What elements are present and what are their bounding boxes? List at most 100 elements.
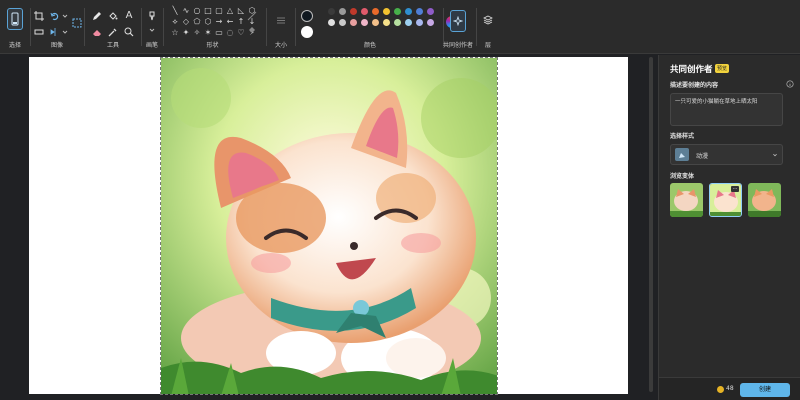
shape-option[interactable]: ◺ <box>236 6 246 16</box>
shape-option[interactable]: ↑ <box>236 17 246 27</box>
color-swatch[interactable] <box>361 19 368 26</box>
shape-option[interactable]: ✶ <box>203 28 213 38</box>
variant-more-button[interactable]: … <box>731 186 739 192</box>
chevron-down-icon <box>62 30 68 34</box>
cocreator-group-label: 共同创作者 <box>442 42 473 49</box>
color-swatch[interactable] <box>339 19 346 26</box>
color-swatch[interactable] <box>416 8 423 15</box>
color-swatch[interactable] <box>350 19 357 26</box>
color-swatch[interactable] <box>405 8 412 15</box>
shape-option[interactable]: ✧ <box>192 28 202 38</box>
color-swatch[interactable] <box>339 8 346 15</box>
color-swatch[interactable] <box>427 8 434 15</box>
shape-option[interactable]: ✦ <box>181 28 191 38</box>
info-icon[interactable] <box>786 80 794 88</box>
resize-button[interactable] <box>33 26 45 38</box>
shape-option[interactable]: □ <box>203 6 213 16</box>
prompt-textarea[interactable]: 一只可爱的小猫躺在草地上晒太阳 <box>670 93 783 126</box>
selection-group: 选择 <box>0 0 30 54</box>
generated-image[interactable] <box>160 57 498 395</box>
color-swatch[interactable] <box>372 8 379 15</box>
shapes-group: ╲∿○□▢△◺⬡⟡◇⬠⬡→←↑↓☆✦✧✶▭◌♡⚡ 形状 <box>170 0 265 54</box>
chevron-down-icon <box>773 153 777 157</box>
secondary-color[interactable] <box>301 26 313 38</box>
shape-option[interactable]: ∿ <box>181 6 191 16</box>
panel-footer: 48 创建 <box>659 377 800 400</box>
shape-outline-button[interactable] <box>246 10 258 22</box>
canvas-vertical-scrollbar[interactable] <box>649 57 653 392</box>
layers-icon <box>483 15 493 25</box>
variants-list: … <box>670 183 783 217</box>
text-tool[interactable]: A <box>123 9 135 21</box>
selection-rect-icon <box>11 12 19 26</box>
color-swatch[interactable] <box>361 8 368 15</box>
shape-fill-button[interactable] <box>246 24 258 36</box>
shapes-group-label: 形状 <box>206 42 219 49</box>
color-swatch[interactable] <box>394 19 401 26</box>
image-select-all-button[interactable] <box>71 17 83 29</box>
eraser-tool[interactable] <box>91 26 103 38</box>
anime-style-icon <box>679 152 685 158</box>
magnifier-icon <box>124 27 134 37</box>
shape-option[interactable]: ○ <box>192 6 202 16</box>
shape-option[interactable]: ← <box>225 17 235 27</box>
shape-option[interactable]: △ <box>225 6 235 16</box>
color-palette <box>328 8 440 27</box>
image-group: 图像 <box>31 0 83 54</box>
shape-option[interactable]: → <box>214 17 224 27</box>
tools-group: A 工具 <box>85 0 141 54</box>
shape-option[interactable]: ▢ <box>214 6 224 16</box>
selection-tool-button[interactable] <box>7 8 23 30</box>
layers-group: 层 <box>478 0 498 54</box>
style-dropdown[interactable]: 动漫 <box>670 144 783 165</box>
variant-thumbnail-1[interactable] <box>670 183 703 217</box>
color-swatch[interactable] <box>383 8 390 15</box>
shape-option[interactable]: ☆ <box>170 28 180 38</box>
shape-option[interactable]: ⬠ <box>192 17 202 27</box>
shape-option[interactable]: ⬡ <box>203 17 213 27</box>
kitten-illustration <box>161 58 497 394</box>
paint-bucket-icon <box>109 12 118 20</box>
shapes-gallery[interactable]: ╲∿○□▢△◺⬡⟡◇⬠⬡→←↑↓☆✦✧✶▭◌♡⚡ <box>170 6 255 38</box>
layers-button[interactable] <box>482 14 494 26</box>
shape-option[interactable]: ▭ <box>214 28 224 38</box>
rotate-dropdown-icon[interactable] <box>59 10 71 22</box>
shape-option[interactable]: ╲ <box>170 6 180 16</box>
fill-tool[interactable] <box>107 10 119 22</box>
create-button[interactable]: 创建 <box>740 383 790 397</box>
color-swatch[interactable] <box>328 8 335 15</box>
image-group-label: 图像 <box>50 42 63 49</box>
pencil-tool[interactable] <box>91 10 103 22</box>
size-group-label: 大小 <box>274 42 287 49</box>
shape-option[interactable]: ◇ <box>181 17 191 27</box>
color-swatch[interactable] <box>416 19 423 26</box>
shape-option[interactable]: ◌ <box>225 28 235 38</box>
size-button[interactable] <box>275 14 287 26</box>
brushes-dropdown[interactable] <box>146 24 158 36</box>
variant-thumbnail-2-selected[interactable]: … <box>709 183 742 217</box>
cocreator-button[interactable] <box>450 10 466 32</box>
brushes-group-label: 画笔 <box>145 42 158 49</box>
shape-option[interactable]: ⟡ <box>170 17 180 27</box>
magnifier-tool[interactable] <box>123 26 135 38</box>
chevron-down-icon <box>149 28 155 32</box>
crop-button[interactable] <box>33 10 45 22</box>
color-swatch[interactable] <box>372 19 379 26</box>
primary-color[interactable] <box>301 10 313 22</box>
color-swatch[interactable] <box>350 8 357 15</box>
variant-thumbnail-3[interactable] <box>748 183 781 217</box>
color-swatch[interactable] <box>427 19 434 26</box>
flip-dropdown-icon[interactable] <box>59 26 71 38</box>
shape-option[interactable]: ♡ <box>236 28 246 38</box>
shape-outline-icon <box>247 11 257 21</box>
colors-group: 颜色 <box>300 0 458 54</box>
color-swatch[interactable] <box>394 8 401 15</box>
variants-label: 浏览变体 <box>670 173 695 180</box>
brushes-button[interactable] <box>146 10 158 22</box>
color-picker-tool[interactable] <box>107 26 119 38</box>
color-swatch[interactable] <box>328 19 335 26</box>
color-swatch[interactable] <box>405 19 412 26</box>
color-swatch[interactable] <box>383 19 390 26</box>
style-label: 选择样式 <box>670 133 695 140</box>
selection-group-label: 选择 <box>8 42 21 49</box>
